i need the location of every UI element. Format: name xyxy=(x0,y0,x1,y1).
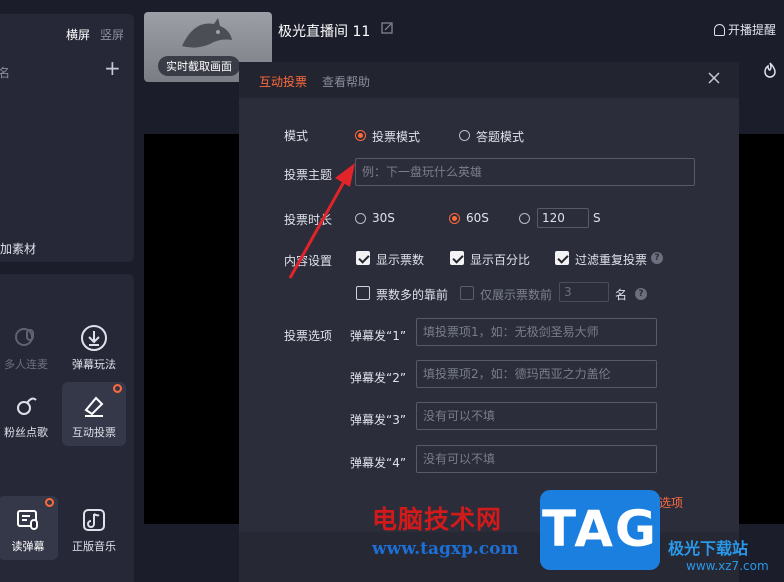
watermark-logo-text: 极光下载站 xyxy=(668,539,749,558)
music-note-icon xyxy=(17,397,37,415)
new-badge xyxy=(113,384,122,393)
tool-label: 读弹幕 xyxy=(11,540,45,553)
rank-suffix: 名 xyxy=(615,288,628,302)
option-3-prefix: 弹幕发“3” xyxy=(350,413,407,427)
more-votes-first-label[interactable]: 票数多的靠前 xyxy=(376,286,448,303)
duration-unit: S xyxy=(593,211,601,225)
tool-licensed-music[interactable]: 正版音乐 xyxy=(62,496,126,560)
option-1-input[interactable] xyxy=(416,318,657,346)
close-icon[interactable] xyxy=(706,70,722,86)
option-2-input[interactable] xyxy=(416,360,657,388)
tab-landscape[interactable]: 横屏 xyxy=(66,26,90,43)
watermark-site-name: 电脑技术网 xyxy=(372,505,503,534)
notify-label: 开播提醒 xyxy=(728,23,777,37)
add-scene-icon[interactable]: + xyxy=(104,58,121,78)
tool-label: 弹幕玩法 xyxy=(72,358,116,371)
duration-60s-label[interactable]: 60S xyxy=(466,211,489,225)
scene-panel: 横屏 竖屏 名 + 加素材 xyxy=(0,14,134,262)
show-percent-label[interactable]: 显示百分比 xyxy=(470,251,530,268)
radio-30s[interactable] xyxy=(355,213,366,224)
live-notify[interactable]: 开播提醒 xyxy=(714,21,776,38)
watermark-logo-url: www.xz7.com xyxy=(686,559,769,573)
fire-icon xyxy=(764,62,776,78)
tool-danmaku-play[interactable]: 弹幕玩法 xyxy=(62,314,126,378)
topic-label: 投票主题 xyxy=(284,168,333,182)
vote-eraser-icon xyxy=(84,396,104,417)
watermark-site-url: www.tagxp.com xyxy=(372,539,519,559)
tool-label: 多人连麦 xyxy=(4,358,48,371)
top-n-input[interactable] xyxy=(559,282,609,302)
help-icon[interactable]: ? xyxy=(635,288,647,300)
tool-fan-song[interactable]: 粉丝点歌 xyxy=(0,382,58,446)
tools-panel: 多人连麦 弹幕玩法 粉丝点歌 互动投票 读弹幕 正版音乐 xyxy=(0,274,134,582)
tool-read-danmaku[interactable]: 读弹幕 xyxy=(0,496,58,560)
new-badge xyxy=(45,498,54,507)
add-material-label[interactable]: 加素材 xyxy=(0,240,36,257)
duration-label: 投票时长 xyxy=(284,213,333,227)
option-4-prefix: 弹幕发“4” xyxy=(350,456,407,470)
tool-interactive-vote[interactable]: 互动投票 xyxy=(62,382,126,446)
capture-screen-button[interactable]: 实时截取画面 xyxy=(158,56,240,76)
tool-multi-mic[interactable]: 多人连麦 xyxy=(0,314,58,378)
help-icon[interactable]: ? xyxy=(651,252,663,264)
checkbox-show-percent[interactable] xyxy=(450,251,464,265)
room-title: 极光直播间 11 xyxy=(278,24,371,40)
add-option-link[interactable]: 选项 xyxy=(659,494,683,511)
filter-repeat-label[interactable]: 过滤重复投票 xyxy=(575,251,647,268)
bell-icon xyxy=(714,24,725,36)
music-app-icon xyxy=(83,509,105,531)
tool-label: 粉丝点歌 xyxy=(4,426,48,439)
tab-portrait[interactable]: 竖屏 xyxy=(100,26,124,43)
radio-custom-duration[interactable] xyxy=(519,213,530,224)
tool-label: 正版音乐 xyxy=(72,540,116,553)
quiz-mode-label[interactable]: 答题模式 xyxy=(476,128,524,145)
option-1-prefix: 弹幕发“1” xyxy=(350,329,407,343)
tool-label: 互动投票 xyxy=(72,426,116,439)
content-settings-label: 内容设置 xyxy=(284,254,333,268)
show-top-only-label[interactable]: 仅展示票数前 xyxy=(480,286,552,303)
multi-mic-icon xyxy=(15,328,34,346)
option-3-input[interactable] xyxy=(416,402,657,430)
radio-60s[interactable] xyxy=(449,213,460,224)
checkbox-show-top-only[interactable] xyxy=(460,286,474,300)
vote-mode-label[interactable]: 投票模式 xyxy=(372,128,420,145)
download-circle-icon xyxy=(81,325,107,351)
dialog-header: 互动投票 查看帮助 xyxy=(239,62,739,98)
topic-input[interactable] xyxy=(355,158,695,186)
radio-vote-mode[interactable] xyxy=(355,130,366,141)
watermark-tag-badge: TAG xyxy=(540,490,660,570)
read-danmaku-icon xyxy=(17,510,38,530)
tab-view-help[interactable]: 查看帮助 xyxy=(322,73,370,90)
shark-logo-icon xyxy=(182,18,232,48)
mode-label: 模式 xyxy=(284,129,309,143)
checkbox-more-votes-first[interactable] xyxy=(356,286,370,300)
edit-icon[interactable] xyxy=(381,22,393,34)
custom-duration-input[interactable] xyxy=(537,208,589,228)
tab-interactive-vote[interactable]: 互动投票 xyxy=(259,73,307,90)
scene-name-label: 名 xyxy=(0,66,11,80)
checkbox-filter-repeat[interactable] xyxy=(555,251,569,265)
show-votes-label[interactable]: 显示票数 xyxy=(376,251,424,268)
checkbox-show-votes[interactable] xyxy=(356,251,370,265)
vote-options-label: 投票选项 xyxy=(284,329,333,343)
option-2-prefix: 弹幕发“2” xyxy=(350,371,407,385)
radio-quiz-mode[interactable] xyxy=(459,130,470,141)
option-4-input[interactable] xyxy=(416,445,657,473)
duration-30s-label[interactable]: 30S xyxy=(372,211,395,225)
